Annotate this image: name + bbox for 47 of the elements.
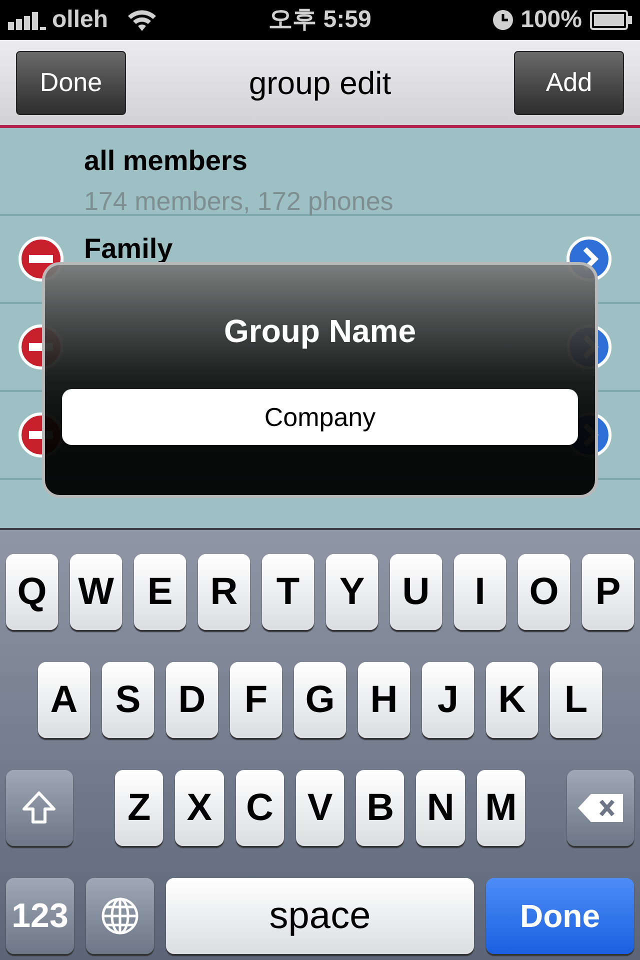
letter-key[interactable]: E — [134, 554, 186, 630]
signal-icon — [8, 10, 46, 30]
letter-key[interactable]: G — [294, 662, 346, 738]
group-name-field[interactable]: Company — [62, 389, 578, 445]
battery-icon — [590, 10, 632, 30]
letter-key[interactable]: N — [416, 770, 465, 846]
carrier-name: olleh — [52, 5, 108, 35]
letter-key[interactable]: X — [175, 770, 224, 846]
done-key[interactable]: Done — [486, 878, 634, 954]
group-name[interactable]: all members — [84, 140, 612, 182]
letter-key[interactable]: C — [236, 770, 284, 846]
backspace-icon — [576, 793, 625, 823]
shift-key[interactable] — [6, 770, 73, 846]
letter-key[interactable]: Q — [6, 554, 58, 630]
space-key[interactable]: space — [166, 878, 474, 954]
globe-icon — [100, 896, 140, 936]
nav-title: group edit — [248, 64, 392, 103]
letter-key[interactable]: M — [476, 770, 526, 846]
letter-key[interactable]: U — [390, 554, 442, 630]
letter-key[interactable]: Z — [114, 770, 164, 846]
dialog-title: Group Name — [224, 312, 416, 351]
letter-key[interactable]: L — [550, 662, 602, 738]
letter-key[interactable]: A — [38, 662, 90, 738]
letter-key[interactable]: I — [454, 554, 506, 630]
letter-key[interactable]: H — [358, 662, 410, 738]
letter-key[interactable]: D — [166, 662, 218, 738]
clock-icon — [492, 10, 513, 30]
done-button[interactable]: Done — [16, 50, 126, 114]
shift-arrow-icon — [21, 790, 58, 826]
globe-key[interactable] — [86, 878, 154, 954]
letter-key[interactable]: O — [518, 554, 570, 630]
letter-key[interactable]: B — [356, 770, 404, 846]
status-time: 오후 5:59 — [268, 5, 372, 35]
letter-key[interactable]: R — [198, 554, 250, 630]
letter-key[interactable]: F — [230, 662, 282, 738]
letter-key[interactable]: K — [486, 662, 538, 738]
letter-key[interactable]: J — [422, 662, 474, 738]
wifi-icon — [126, 8, 158, 32]
letter-key[interactable]: V — [296, 770, 344, 846]
letter-key[interactable]: S — [102, 662, 154, 738]
battery-percent: 100% — [520, 5, 582, 35]
letter-key[interactable]: T — [262, 554, 314, 630]
letter-key[interactable]: W — [70, 554, 122, 630]
letter-key[interactable]: Y — [326, 554, 378, 630]
delete-key[interactable] — [567, 770, 634, 846]
letter-key[interactable]: P — [582, 554, 634, 630]
add-button[interactable]: Add — [514, 50, 624, 114]
